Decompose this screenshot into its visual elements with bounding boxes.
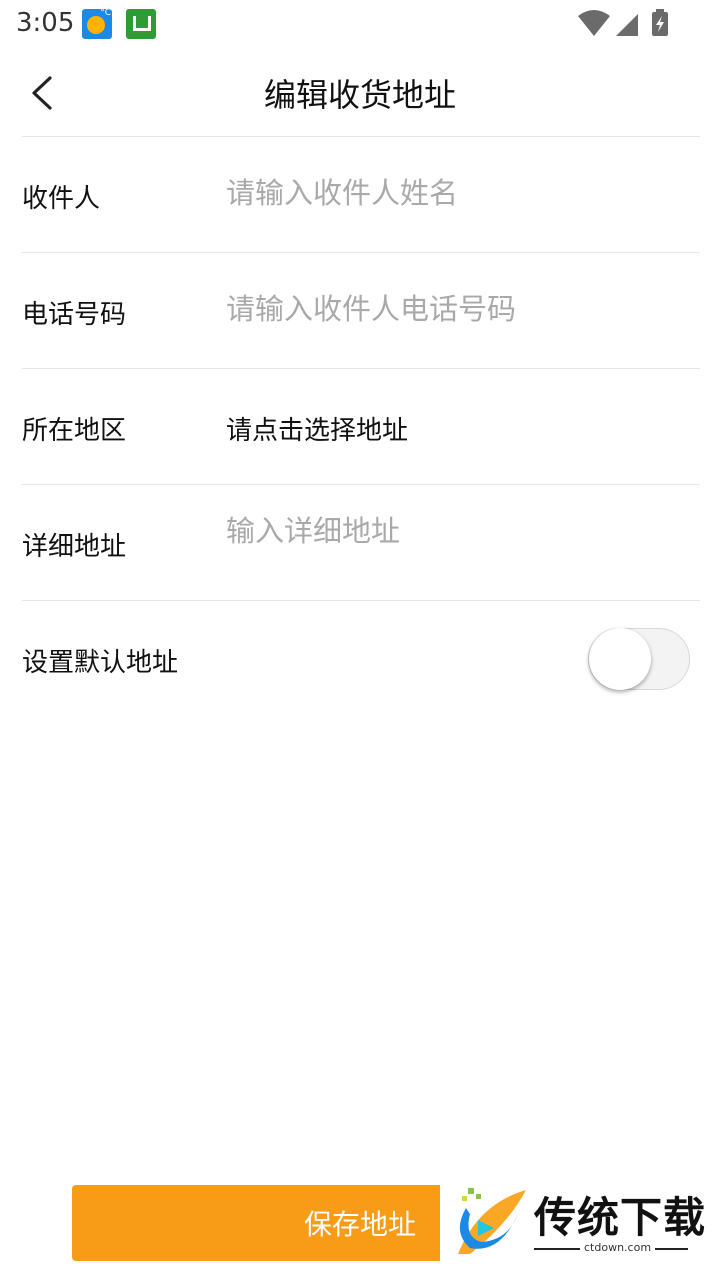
battery-charging-icon [652, 9, 668, 36]
region-select[interactable]: 请点击选择地址 [226, 410, 408, 447]
weather-icon: °C [82, 8, 112, 39]
save-button-label: 保存地址 [303, 1208, 416, 1241]
header: 编辑收货地址 [0, 50, 720, 136]
status-bar: 3:05 °C [0, 0, 720, 50]
watermark-title: 传统下载 [534, 1193, 707, 1242]
page-title: 编辑收货地址 [263, 76, 456, 114]
phone-label: 电话号码 [22, 300, 127, 330]
toggle-knob [589, 628, 651, 690]
region-row[interactable]: 所在地区 请点击选择地址 [22, 369, 700, 484]
default-address-toggle[interactable] [588, 628, 690, 690]
phone-input[interactable] [226, 287, 676, 331]
detail-address-input[interactable] [226, 509, 676, 553]
default-address-label: 设置默认地址 [22, 648, 179, 678]
watermark-site: ctdown.com [580, 1241, 656, 1254]
watermark-logo-icon [458, 1188, 526, 1254]
app-icon [126, 9, 156, 39]
detail-label: 详细地址 [22, 532, 127, 562]
recipient-row: 收件人 [22, 137, 700, 252]
watermark: 传统下载 ctdown.com [440, 1180, 710, 1270]
detail-row: 详细地址 [22, 485, 700, 600]
recipient-label: 收件人 [22, 184, 101, 214]
default-address-row: 设置默认地址 [22, 601, 700, 716]
weather-degree: °C [100, 8, 111, 18]
system-status-icons [578, 9, 668, 36]
recipient-input[interactable] [226, 171, 676, 215]
region-label: 所在地区 [22, 416, 127, 446]
phone-row: 电话号码 [22, 253, 700, 368]
status-time: 3:05 [16, 8, 75, 38]
signal-icon [616, 14, 638, 36]
wifi-icon [578, 10, 610, 36]
